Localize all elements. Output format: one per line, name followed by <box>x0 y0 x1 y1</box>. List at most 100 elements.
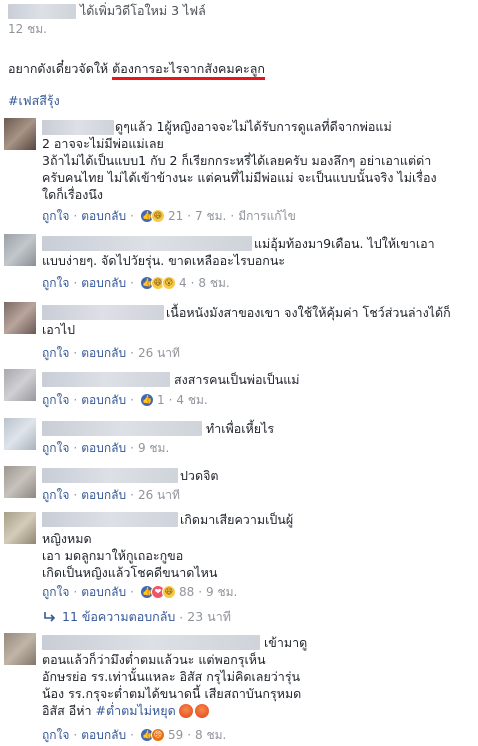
commenter-name-blurred[interactable] <box>42 236 252 251</box>
reactions[interactable]: 👍 ❤ 😆 <box>139 585 176 599</box>
comment-meta: ถูกใจ · ตอบกลับ · 26 นาที <box>42 345 180 361</box>
comment-time[interactable]: 26 นาที <box>138 487 180 503</box>
commenter-name-blurred[interactable] <box>42 305 164 320</box>
comment-last-line: อิสัส อีห่า #ต่ำตมไม่หยุด <box>42 702 209 719</box>
like-link[interactable]: ถูกใจ <box>42 487 69 503</box>
reply-link[interactable]: ตอบกลับ <box>81 440 126 456</box>
reply-link[interactable]: ตอบกลับ <box>81 584 126 600</box>
post-time[interactable]: 12 ชม. <box>8 21 47 38</box>
angry-icon: 😠 <box>150 728 165 742</box>
angry-emoji-icon <box>194 703 209 718</box>
comment-line: เนื้อหนังมังสาของเขา จงใช้ให้คุ้มค่า โชว… <box>166 305 451 320</box>
reply-link[interactable]: ตอบกลับ <box>81 208 126 224</box>
comment-time[interactable]: 4 ชม. <box>176 392 207 408</box>
comment-hashtag[interactable]: #ต่ำตมไม่หยุด <box>96 702 176 719</box>
comment-meta: ถูกใจ · ตอบกลับ · 👍 ❤ 😆 88 · 9 ชม. <box>42 584 238 600</box>
comment-line: แบบง่ายๆ. จัดไปวัยรุ่น. ขาดเหลืออะไรบอกน… <box>42 253 286 268</box>
edited-label[interactable]: มีการแก้ไข <box>238 208 296 224</box>
commenter-name-blurred[interactable] <box>42 468 178 483</box>
like-link[interactable]: ถูกใจ <box>42 392 69 408</box>
reactions[interactable]: 👍 😠 <box>139 728 165 742</box>
comment-line: เกิดเป็นหญิงแล้วโชคดีขนาดไหน <box>42 565 218 580</box>
comment-line: สงสารคนเป็นพ่อเป็นแม่ <box>174 372 300 387</box>
comment-line: เกิดมาเสียความเป็นผู้ <box>180 512 294 527</box>
comment-time[interactable]: 26 นาที <box>138 345 180 361</box>
post-body: อยากดังเดี๋ยวจัดให้ ต้องการอะไรจากสังคมค… <box>8 60 265 80</box>
comment-line: เอา มดลูกมาให้กูเถอะกูขอ <box>42 548 184 563</box>
post-author-name-blurred[interactable] <box>8 4 76 19</box>
avatar[interactable] <box>4 512 36 544</box>
reply-link[interactable]: ตอบกลับ <box>81 345 126 361</box>
post-body-underlined: ต้องการอะไรจากสังคมคะลูก <box>112 61 265 80</box>
reactions[interactable]: 👍 😆 😮 <box>139 276 176 290</box>
reaction-count[interactable]: 21 <box>168 208 183 224</box>
comment-line: ดูๆแล้ว 1ผู้หญิงอาจจะไม่ได้รับการดูแลที่… <box>115 119 392 134</box>
commenter-name-blurred[interactable] <box>42 120 114 135</box>
comment-line: หญิงหมด <box>42 531 92 546</box>
comment-time[interactable]: 9 ชม. <box>138 440 169 456</box>
commenter-name-blurred[interactable] <box>42 421 202 436</box>
comment-meta: ถูกใจ · ตอบกลับ · 26 นาที <box>42 487 180 503</box>
view-replies-label[interactable]: 11 ข้อความตอบกลับ <box>62 607 175 627</box>
like-link[interactable]: ถูกใจ <box>42 727 69 743</box>
avatar[interactable] <box>4 118 36 150</box>
comment-line: 2 อาจจะไม่มีพ่อแม่เลย <box>42 136 164 151</box>
reply-link[interactable]: ตอบกลับ <box>81 392 126 408</box>
comment-meta: ถูกใจ · ตอบกลับ · 👍 1 · 4 ชม. <box>42 392 208 408</box>
comment-line: แม่อุ้มท้องมา9เดือน. ไปให้เขาเอา <box>254 236 435 251</box>
wow-icon: 😮 <box>161 276 176 290</box>
reply-link[interactable]: ตอบกลับ <box>81 487 126 503</box>
avatar[interactable] <box>4 633 36 665</box>
comment-line: ตอนแล้วก็ว่ามึงต่ำตมแล้วนะ แต่พอกรุเห็น <box>42 652 266 667</box>
like-link[interactable]: ถูกใจ <box>42 208 69 224</box>
post-hashtag[interactable]: #เฟสสีรุ้ง <box>8 92 60 109</box>
reactions[interactable]: 👍 <box>139 393 154 407</box>
comment-line: ครับคนไทย ไม่ได้เข้าข้างนะ แต่คนที่ไม่มี… <box>42 170 437 185</box>
comment-line: ทำเพื่อเหี้ยไร <box>206 421 275 436</box>
haha-icon: 😆 <box>161 585 176 599</box>
reaction-count[interactable]: 4 <box>179 275 187 291</box>
comment-line: ปวดจิต <box>180 468 219 483</box>
reply-link[interactable]: ตอบกลับ <box>81 275 126 291</box>
reaction-count[interactable]: 59 <box>168 727 183 743</box>
comment-meta: ถูกใจ · ตอบกลับ · 👍 😆 21 · 7 ชม. · มีการแก้ไข <box>42 208 296 224</box>
comment-meta: ถูกใจ · ตอบกลับ · 👍 😆 😮 4 · 8 ชม. <box>42 275 230 291</box>
avatar[interactable] <box>4 466 36 498</box>
angry-emoji-icon <box>178 703 193 718</box>
reply-link[interactable]: ตอบกลับ <box>81 727 126 743</box>
comment-meta: ถูกใจ · ตอบกลับ · 9 ชม. <box>42 440 170 456</box>
reaction-count[interactable]: 1 <box>157 392 165 408</box>
comment-line: ใดก็เรื่องนึง <box>42 187 104 202</box>
like-link[interactable]: ถูกใจ <box>42 584 69 600</box>
post-body-prefix: อยากดังเดี๋ยวจัดให้ <box>8 61 109 76</box>
commenter-name-blurred[interactable] <box>42 372 170 387</box>
comment-time[interactable]: 7 ชม. <box>195 208 226 224</box>
like-link[interactable]: ถูกใจ <box>42 275 69 291</box>
comment-line: น้อง รร.กรุจะต่ำตมได้ขนาดนี้ เสียสถาบันก… <box>42 686 302 701</box>
comment-line: เข้ามาดู <box>264 635 308 650</box>
comment-time[interactable]: 8 ชม. <box>195 727 226 743</box>
post-header-text: ได้เพิ่มวิดีโอใหม่ 3 ไฟล์ <box>80 3 206 18</box>
like-link[interactable]: ถูกใจ <box>42 345 69 361</box>
avatar[interactable] <box>4 369 36 401</box>
like-icon: 👍 <box>139 393 154 407</box>
comment-line: เอาไป <box>42 322 76 337</box>
commenter-name-blurred[interactable] <box>42 512 178 527</box>
comment-time[interactable]: 9 ชม. <box>206 584 237 600</box>
avatar[interactable] <box>4 418 36 450</box>
view-replies-link[interactable]: 11 ข้อความตอบกลับ · 23 นาที <box>42 607 231 627</box>
reply-arrow-icon <box>42 611 58 623</box>
comment-time[interactable]: 8 ชม. <box>198 275 229 291</box>
comment-line: อักษรย่อ รร.เท่านั้นแหละ อิสัส กรุไม่คิด… <box>42 669 301 684</box>
view-replies-time[interactable]: 23 นาที <box>187 607 231 627</box>
reaction-count[interactable]: 88 <box>179 584 194 600</box>
commenter-name-blurred[interactable] <box>42 635 260 650</box>
avatar[interactable] <box>4 302 36 334</box>
comment-meta: ถูกใจ · ตอบกลับ · 👍 😠 59 · 8 ชม. <box>42 727 227 743</box>
avatar[interactable] <box>4 234 36 266</box>
haha-icon: 😆 <box>150 209 165 223</box>
reactions[interactable]: 👍 😆 <box>139 209 165 223</box>
comment-line: 3ถ้าไม่ได้เป็นแบบ1 กับ 2 ก็เรียกกระหรี่ไ… <box>42 153 432 168</box>
like-link[interactable]: ถูกใจ <box>42 440 69 456</box>
comment-line: อิสัส อีห่า <box>42 703 92 718</box>
